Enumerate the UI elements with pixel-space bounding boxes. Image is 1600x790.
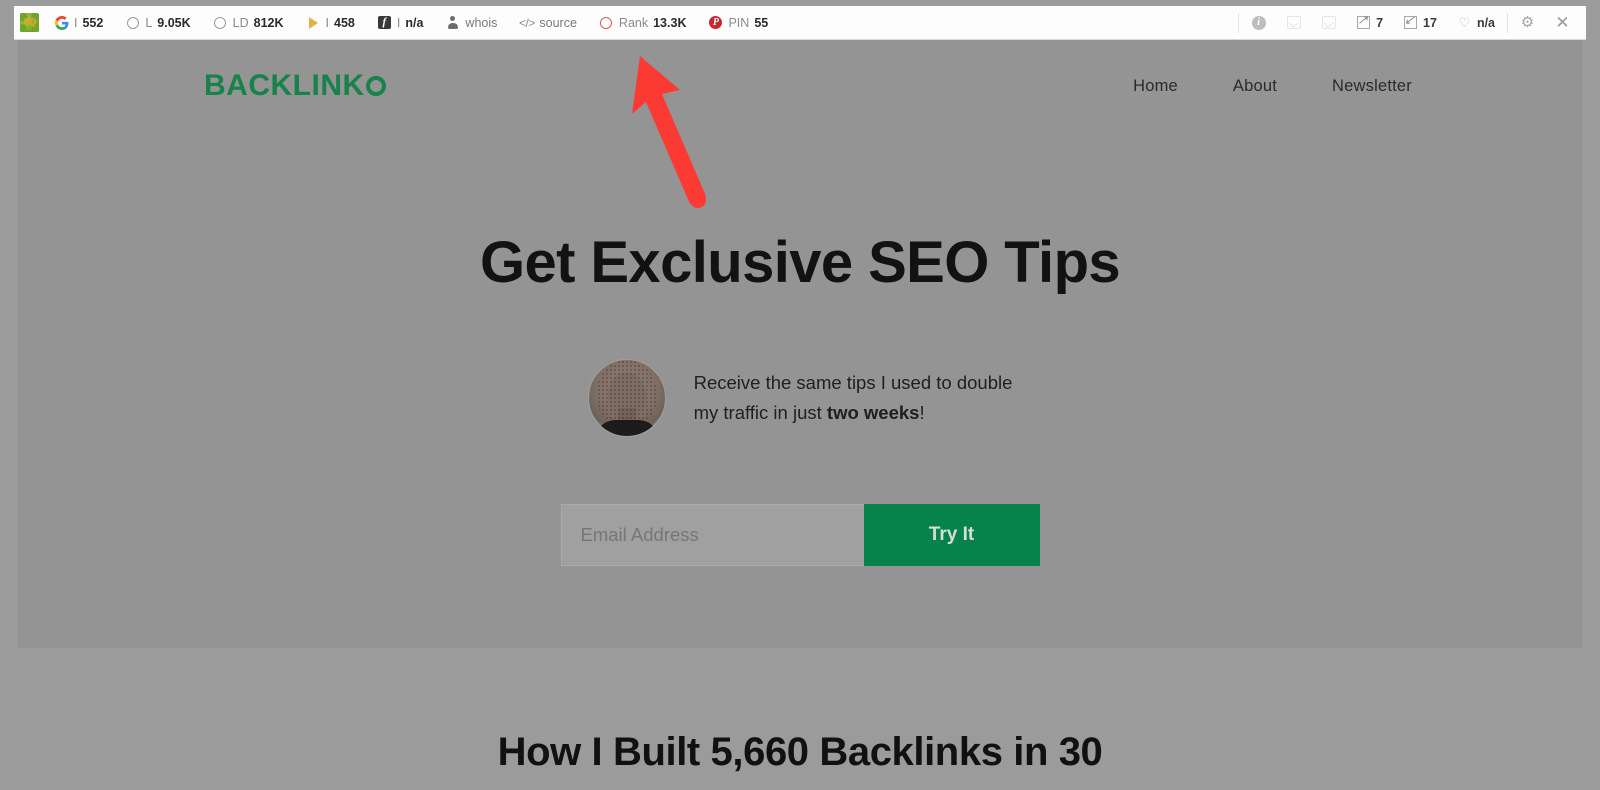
next-section-title: How I Built 5,660 Backlinks in 30 <box>497 730 1103 774</box>
metric-pinterest-value: 55 <box>754 15 769 30</box>
whois-button[interactable]: whois <box>434 6 508 39</box>
metric-google-index-value: 552 <box>82 15 104 30</box>
metric-google-index[interactable]: I 552 <box>43 6 114 39</box>
keyword-icon <box>1321 15 1336 30</box>
info-icon: i <box>1251 15 1266 30</box>
bing-icon <box>306 15 321 30</box>
pinterest-icon: P <box>708 15 723 30</box>
person-icon <box>445 15 460 30</box>
settings-button[interactable]: ⚙ <box>1510 6 1545 39</box>
site-nav: Home About Newsletter <box>1133 77 1412 96</box>
nav-item-home[interactable]: Home <box>1133 77 1178 96</box>
site-header: BACKLINK Home About Newsletter <box>18 40 1582 132</box>
metric-bing-index-value: 458 <box>334 15 355 30</box>
metric-rank[interactable]: Rank 13.3K <box>588 6 698 39</box>
pitch-text: Receive the same tips I used to double m… <box>694 368 1013 428</box>
site-logo-text: BACKLINK <box>204 69 365 102</box>
metric-linking-domains[interactable]: LD 812K <box>202 6 295 39</box>
whois-label: whois <box>465 15 498 30</box>
pitch-block: Receive the same tips I used to double m… <box>18 359 1582 437</box>
circle-icon <box>125 15 140 30</box>
next-section: How I Built 5,660 Backlinks in 30 <box>18 730 1582 774</box>
site-logo[interactable]: BACKLINK <box>204 69 386 103</box>
metric-facebook-value: n/a <box>405 15 424 30</box>
page-title: Get Exclusive SEO Tips <box>479 230 1121 295</box>
avatar <box>587 359 666 437</box>
metric-rank-label: Rank <box>618 15 649 30</box>
gear-icon: ⚙ <box>1520 14 1535 31</box>
google-icon <box>54 15 69 30</box>
external-links-button[interactable]: 7 <box>1346 6 1393 39</box>
health-icon: ♡ <box>1458 15 1471 30</box>
o-ring-icon <box>365 75 386 96</box>
view-source-label: source <box>539 15 577 30</box>
metric-bing-index-label: I <box>325 15 330 30</box>
circle-red-icon <box>599 15 614 30</box>
code-icon: </> <box>518 15 535 30</box>
keyword-density-button[interactable] <box>1311 6 1346 39</box>
metric-pinterest[interactable]: P PIN 55 <box>697 6 779 39</box>
pitch-line-2: my traffic in just two weeks! <box>694 398 1013 428</box>
metric-rank-value: 13.3K <box>653 15 687 30</box>
close-icon: ✕ <box>1555 13 1570 32</box>
seoquake-toolbar: SQ I 552 L 9.05K LD 812K I 458 f I n/a w… <box>14 6 1586 40</box>
toolbar-divider <box>1507 12 1508 33</box>
webpage-viewport: BACKLINK Home About Newsletter Get Exclu… <box>18 40 1582 790</box>
email-field[interactable] <box>560 504 864 566</box>
internal-links-value: 17 <box>1423 15 1437 30</box>
close-toolbar-button[interactable]: ✕ <box>1545 6 1580 39</box>
hero-section: Get Exclusive SEO Tips Receive the same … <box>18 132 1582 566</box>
metric-links-value: 9.05K <box>157 15 191 30</box>
seoquake-metrics-left: SQ I 552 L 9.05K LD 812K I 458 f I n/a w… <box>14 6 779 39</box>
page-density-icon <box>1286 15 1301 30</box>
frame-left <box>0 0 18 790</box>
circle-icon <box>213 15 228 30</box>
internal-links-button[interactable]: 17 <box>1393 6 1447 39</box>
metric-pinterest-label: PIN <box>728 15 750 30</box>
internal-links-icon <box>1403 12 1418 30</box>
view-source-button[interactable]: </> source <box>508 6 588 39</box>
pitch-line-2-prefix: my traffic in just <box>693 402 827 423</box>
metric-facebook-label: I <box>396 15 401 30</box>
screenshot-root: BACKLINK Home About Newsletter Get Exclu… <box>0 0 1600 790</box>
facebook-icon: f <box>377 15 392 30</box>
metric-links[interactable]: L 9.05K <box>114 6 201 39</box>
metric-facebook[interactable]: f I n/a <box>366 6 435 39</box>
external-links-icon <box>1356 12 1371 30</box>
site-health-button[interactable]: ♡ n/a <box>1447 6 1505 39</box>
nav-item-newsletter[interactable]: Newsletter <box>1332 77 1412 96</box>
metric-google-index-label: I <box>74 15 78 30</box>
page-info-button[interactable]: i <box>1241 6 1276 39</box>
pitch-line-1: Receive the same tips I used to double <box>693 372 1013 393</box>
pitch-line-2-suffix: ! <box>919 402 925 423</box>
site-health-value: n/a <box>1476 15 1495 30</box>
metric-linking-domains-label: LD <box>232 15 249 30</box>
nav-item-about[interactable]: About <box>1233 77 1277 96</box>
submit-button[interactable]: Try It <box>863 504 1040 566</box>
pitch-line-2-bold: two weeks <box>826 402 920 423</box>
metric-bing-index[interactable]: I 458 <box>295 6 366 39</box>
signup-form: Try It <box>18 504 1582 566</box>
toolbar-divider <box>1238 12 1240 33</box>
seoquake-logo-icon[interactable]: SQ <box>20 13 39 32</box>
frame-right <box>1582 0 1600 790</box>
seoquake-tools-right: i 7 17 ♡ n/a ⚙ <box>1236 6 1586 39</box>
page-density-button[interactable] <box>1276 6 1311 39</box>
metric-links-label: L <box>145 15 153 30</box>
metric-linking-domains-value: 812K <box>253 15 284 30</box>
external-links-value: 7 <box>1376 15 1384 30</box>
